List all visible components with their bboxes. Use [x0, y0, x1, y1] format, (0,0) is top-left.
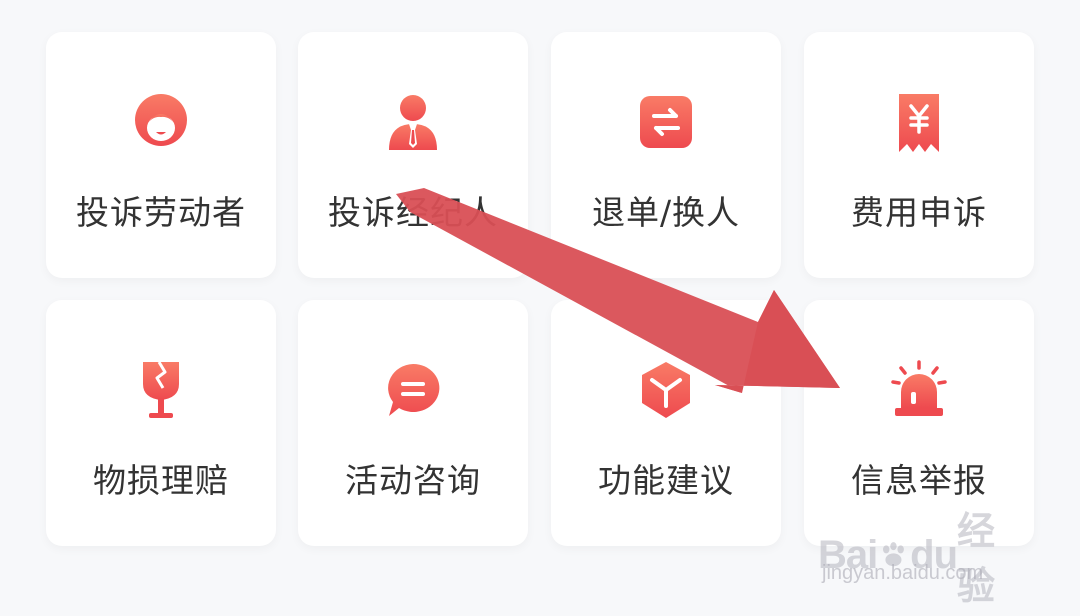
service-card-complain-worker[interactable]: 投诉劳动者 [46, 32, 276, 278]
watermark-sub: 经验 [957, 511, 996, 608]
alarm-light-icon [887, 358, 951, 422]
service-label: 活动咨询 [345, 461, 481, 500]
service-label: 投诉经纪人 [328, 193, 498, 232]
cube-icon [634, 358, 698, 422]
watermark: Bai du 经验 jingyan.baidu.com [818, 500, 1018, 608]
agent-avatar-icon [381, 90, 445, 154]
service-label: 费用申诉 [851, 193, 987, 232]
worker-avatar-icon [129, 90, 193, 154]
service-card-refund-replace[interactable]: 退单/换人 [551, 32, 781, 278]
service-card-feature-suggestion[interactable]: 功能建议 [551, 300, 781, 546]
chat-bubble-icon [381, 358, 445, 422]
service-card-fee-appeal[interactable]: 费用申诉 [804, 32, 1034, 278]
service-label: 投诉劳动者 [76, 193, 246, 232]
service-label: 退单/换人 [591, 193, 741, 232]
baidu-logo: Bai du 经验 [818, 500, 1018, 610]
service-label: 功能建议 [598, 461, 734, 500]
service-card-activity-inquiry[interactable]: 活动咨询 [298, 300, 528, 546]
service-label: 物损理赔 [93, 461, 229, 500]
service-label: 信息举报 [851, 461, 987, 500]
watermark-url: jingyan.baidu.com [822, 562, 984, 584]
yuan-receipt-icon [887, 90, 951, 154]
service-card-complain-agent[interactable]: 投诉经纪人 [298, 32, 528, 278]
broken-glass-icon [129, 358, 193, 422]
exchange-icon [634, 90, 698, 154]
service-card-damage-claim[interactable]: 物损理赔 [46, 300, 276, 546]
